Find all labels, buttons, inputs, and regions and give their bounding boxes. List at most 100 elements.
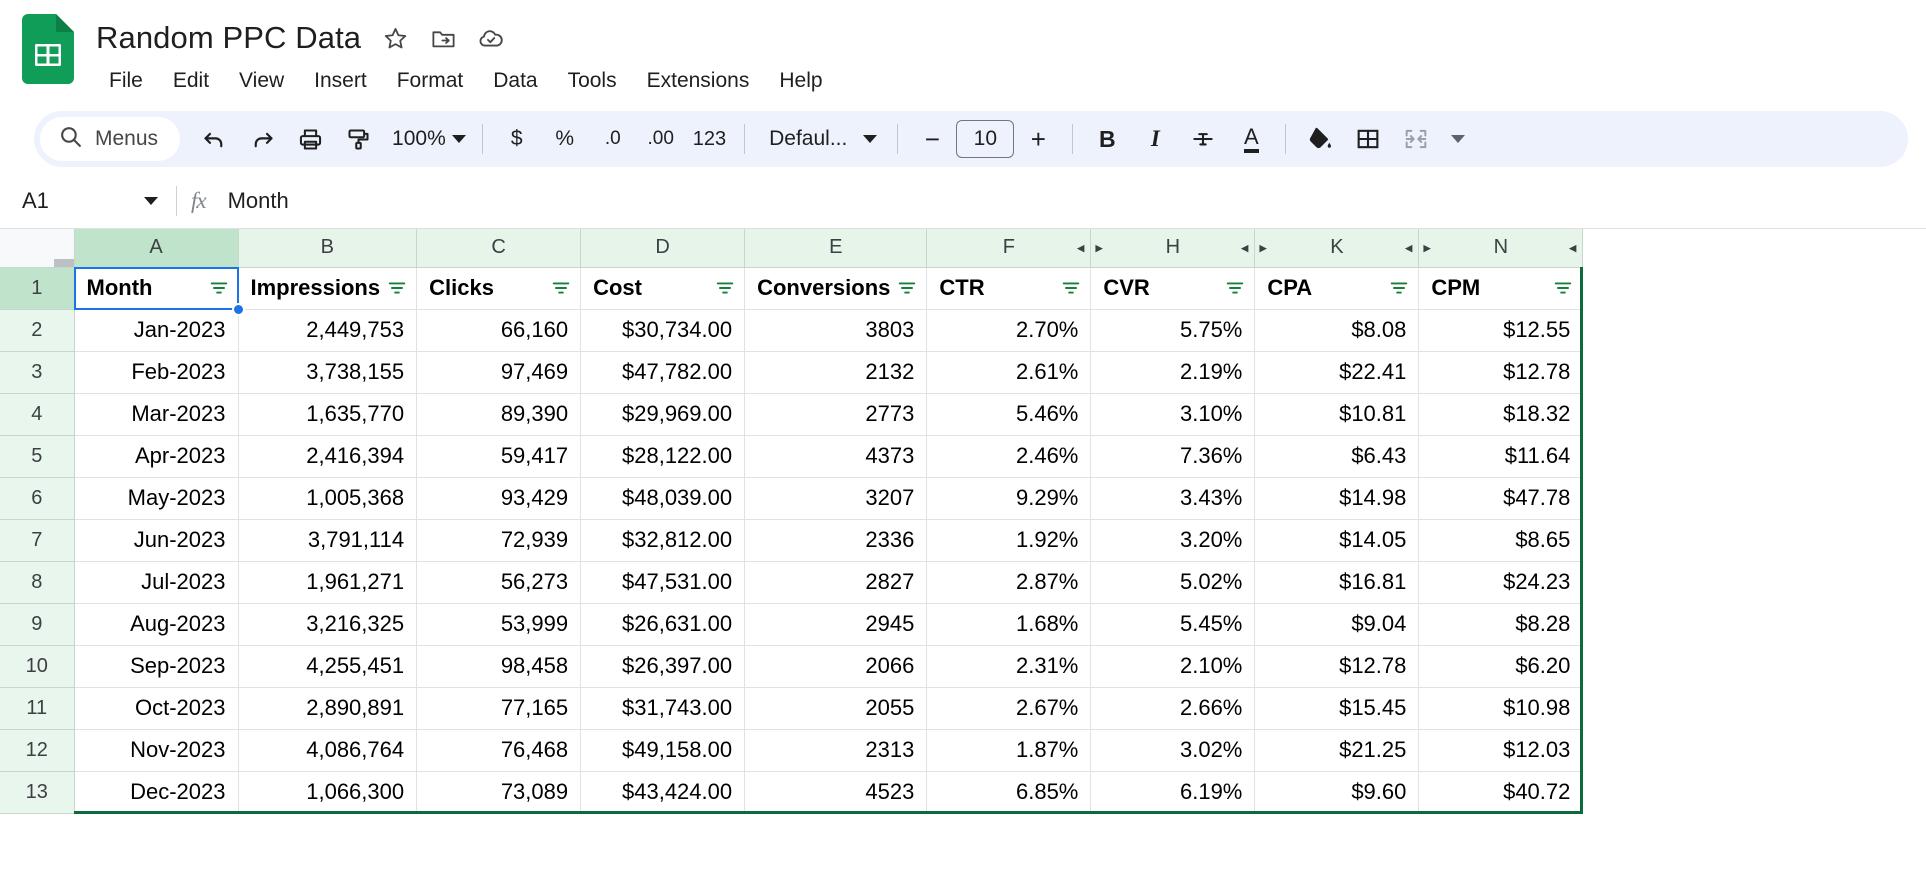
- cell-e1[interactable]: Conversions: [744, 266, 928, 310]
- cell-k5[interactable]: $6.43: [1254, 434, 1420, 478]
- more-formats-button[interactable]: 123: [685, 117, 734, 161]
- cell-n11[interactable]: $10.98: [1418, 686, 1584, 730]
- column-header-k[interactable]: ▸ K ◂: [1254, 229, 1420, 268]
- cell-a1[interactable]: Month: [73, 266, 239, 310]
- cell-b4[interactable]: 1,635,770: [237, 392, 418, 436]
- column-header-b[interactable]: B: [237, 229, 418, 268]
- filter-icon[interactable]: [550, 277, 572, 299]
- menus-search-button[interactable]: Menus: [40, 117, 181, 161]
- cell-b7[interactable]: 3,791,114: [237, 518, 418, 562]
- cell-c8[interactable]: 56,273: [416, 560, 582, 604]
- cell-c5[interactable]: 59,417: [416, 434, 582, 478]
- cell-e9[interactable]: 2945: [744, 602, 928, 646]
- increase-decimal-button[interactable]: .00: [637, 117, 685, 161]
- menu-item-format[interactable]: Format: [382, 64, 479, 98]
- row-header-11[interactable]: 11: [0, 686, 75, 730]
- cell-a6[interactable]: May-2023: [73, 476, 239, 520]
- menu-item-help[interactable]: Help: [764, 64, 837, 98]
- collapse-left-icon[interactable]: ◂: [1241, 240, 1249, 255]
- cell-f13[interactable]: 6.85%: [926, 770, 1092, 814]
- select-all-corner[interactable]: [0, 229, 75, 268]
- cell-n1[interactable]: CPM: [1418, 266, 1584, 310]
- row-header-5[interactable]: 5: [0, 434, 75, 478]
- cell-a10[interactable]: Sep-2023: [73, 644, 239, 688]
- cell-d9[interactable]: $26,631.00: [580, 602, 746, 646]
- chevron-down-icon[interactable]: [144, 196, 158, 205]
- decrease-font-size-button[interactable]: −: [908, 117, 956, 161]
- row-header-9[interactable]: 9: [0, 602, 75, 646]
- menu-item-insert[interactable]: Insert: [299, 64, 382, 98]
- cell-n4[interactable]: $18.32: [1418, 392, 1584, 436]
- cell-b5[interactable]: 2,416,394: [237, 434, 418, 478]
- column-header-f[interactable]: F ◂: [926, 229, 1092, 268]
- cell-e6[interactable]: 3207: [744, 476, 928, 520]
- cell-e7[interactable]: 2336: [744, 518, 928, 562]
- cell-f5[interactable]: 2.46%: [926, 434, 1092, 478]
- cell-f12[interactable]: 1.87%: [926, 728, 1092, 772]
- cell-b6[interactable]: 1,005,368: [237, 476, 418, 520]
- cell-h2[interactable]: 5.75%: [1090, 308, 1256, 352]
- cell-n7[interactable]: $8.65: [1418, 518, 1584, 562]
- star-icon[interactable]: [381, 24, 409, 52]
- fill-color-icon[interactable]: [1296, 117, 1344, 161]
- cell-a7[interactable]: Jun-2023: [73, 518, 239, 562]
- cell-e5[interactable]: 4373: [744, 434, 928, 478]
- row-header-8[interactable]: 8: [0, 560, 75, 604]
- filter-icon[interactable]: [208, 277, 230, 299]
- cell-n9[interactable]: $8.28: [1418, 602, 1584, 646]
- cell-c6[interactable]: 93,429: [416, 476, 582, 520]
- row-header-7[interactable]: 7: [0, 518, 75, 562]
- cell-n10[interactable]: $6.20: [1418, 644, 1584, 688]
- cell-e8[interactable]: 2827: [744, 560, 928, 604]
- filter-icon[interactable]: [1224, 277, 1246, 299]
- collapse-left-icon[interactable]: ◂: [1077, 240, 1085, 255]
- percent-format-button[interactable]: %: [541, 117, 589, 161]
- cell-b8[interactable]: 1,961,271: [237, 560, 418, 604]
- chevron-down-icon[interactable]: [1434, 117, 1482, 161]
- filter-icon[interactable]: [1552, 277, 1574, 299]
- borders-icon[interactable]: [1344, 117, 1392, 161]
- cell-k10[interactable]: $12.78: [1254, 644, 1420, 688]
- undo-icon[interactable]: [190, 117, 238, 161]
- cell-c12[interactable]: 76,468: [416, 728, 582, 772]
- cell-h8[interactable]: 5.02%: [1090, 560, 1256, 604]
- cell-f1[interactable]: CTR: [926, 266, 1092, 310]
- column-header-h[interactable]: ▸ H ◂: [1090, 229, 1256, 268]
- row-header-12[interactable]: 12: [0, 728, 75, 772]
- cell-a3[interactable]: Feb-2023: [73, 350, 239, 394]
- fill-handle[interactable]: [232, 303, 245, 316]
- cell-e2[interactable]: 3803: [744, 308, 928, 352]
- row-header-10[interactable]: 10: [0, 644, 75, 688]
- cell-e3[interactable]: 2132: [744, 350, 928, 394]
- column-header-d[interactable]: D: [580, 229, 746, 268]
- cell-b10[interactable]: 4,255,451: [237, 644, 418, 688]
- cell-a5[interactable]: Apr-2023: [73, 434, 239, 478]
- cell-c3[interactable]: 97,469: [416, 350, 582, 394]
- cell-h9[interactable]: 5.45%: [1090, 602, 1256, 646]
- filter-icon[interactable]: [1060, 277, 1082, 299]
- font-family-select[interactable]: Defaul...: [755, 127, 887, 151]
- cell-h5[interactable]: 7.36%: [1090, 434, 1256, 478]
- formula-input[interactable]: Month: [228, 188, 289, 214]
- italic-button[interactable]: I: [1131, 117, 1179, 161]
- cell-a11[interactable]: Oct-2023: [73, 686, 239, 730]
- cell-k13[interactable]: $9.60: [1254, 770, 1420, 814]
- cell-b9[interactable]: 3,216,325: [237, 602, 418, 646]
- cloud-saved-icon[interactable]: [477, 24, 505, 52]
- cell-c4[interactable]: 89,390: [416, 392, 582, 436]
- cell-d11[interactable]: $31,743.00: [580, 686, 746, 730]
- row-header-4[interactable]: 4: [0, 392, 75, 436]
- cell-k7[interactable]: $14.05: [1254, 518, 1420, 562]
- cell-a2[interactable]: Jan-2023: [73, 308, 239, 352]
- expand-right-icon[interactable]: ▸: [1259, 240, 1267, 255]
- cell-h6[interactable]: 3.43%: [1090, 476, 1256, 520]
- cell-b2[interactable]: 2,449,753: [237, 308, 418, 352]
- cell-k3[interactable]: $22.41: [1254, 350, 1420, 394]
- cell-e4[interactable]: 2773: [744, 392, 928, 436]
- cell-n12[interactable]: $12.03: [1418, 728, 1584, 772]
- column-header-a[interactable]: A: [73, 229, 239, 268]
- decrease-decimal-button[interactable]: .0: [589, 117, 637, 161]
- cell-k1[interactable]: CPA: [1254, 266, 1420, 310]
- cell-c9[interactable]: 53,999: [416, 602, 582, 646]
- cell-b12[interactable]: 4,086,764: [237, 728, 418, 772]
